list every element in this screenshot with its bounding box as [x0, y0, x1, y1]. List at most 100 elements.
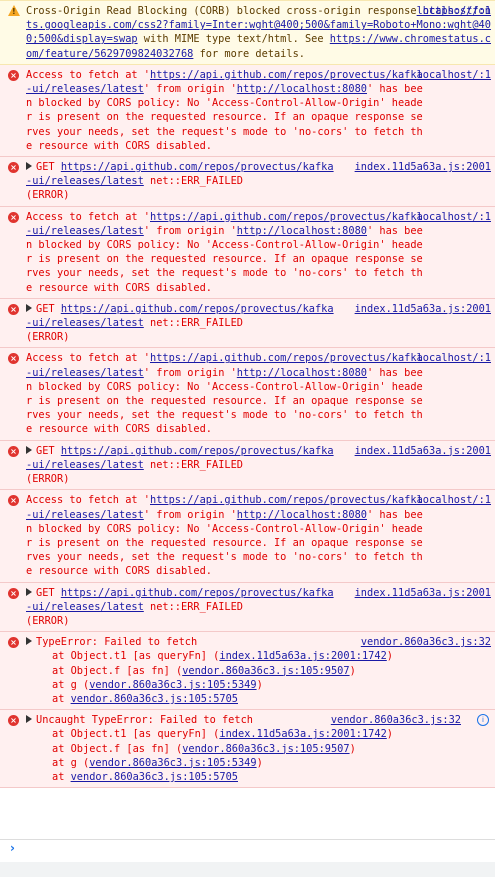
- cors-source-link[interactable]: localhost/:1: [417, 493, 491, 507]
- error-circle-icon: ×: [8, 637, 19, 649]
- get-status: net::ERR_FAILED: [143, 175, 243, 188]
- get-source-link[interactable]: index.11d5a63a.js:2001: [355, 302, 491, 316]
- error-circle-icon: ×: [8, 587, 19, 599]
- frame-suffix: ): [256, 756, 263, 769]
- frame-link[interactable]: vendor.860a36c3.js:105:9507: [182, 743, 349, 755]
- type-error-message[interactable]: × vendor.860a36c3.js:32 TypeError: Failed …: [0, 632, 495, 711]
- get-error-message[interactable]: × index.11d5a63a.js:2001 GET https://api.g…: [0, 298, 495, 349]
- console-warning: ! localhost/:1 Cross-Origin Read Blockin…: [0, 0, 495, 65]
- frame-link[interactable]: index.11d5a63a.js:2001:1742: [219, 728, 386, 740]
- get-method: GET: [36, 302, 55, 315]
- frame-prefix: at Object.f [as fn] (: [52, 742, 183, 755]
- frame-prefix: at Object.t1 [as queryFn] (: [52, 650, 220, 663]
- expand-triangle-icon[interactable]: [26, 715, 32, 724]
- uncaught-error-message-frame: at vendor.860a36c3.js:105:5705: [26, 770, 465, 784]
- frame-link[interactable]: vendor.860a36c3.js:105:5349: [89, 679, 256, 691]
- cors-text-2: ' from origin ': [143, 366, 237, 379]
- console-footer: [0, 862, 495, 877]
- expand-triangle-icon[interactable]: [26, 445, 32, 454]
- type-error-message-frame: at g (vendor.860a36c3.js:105:5349): [26, 678, 465, 692]
- cors-text-2: ' from origin ': [143, 83, 237, 96]
- get-status: net::ERR_FAILED: [143, 600, 243, 613]
- uncaught-error-message-title: Uncaught TypeError: Failed to fetch: [36, 714, 253, 727]
- cors-text-1: Access to fetch at ': [26, 68, 150, 81]
- uncaught-error-message[interactable]: × vendor.860a36c3.js:32 Uncaught TypeError…: [0, 710, 495, 789]
- frame-link[interactable]: vendor.860a36c3.js:105:5705: [71, 693, 238, 705]
- warning-text-mid: with MIME type text/html. See: [137, 33, 330, 46]
- get-error-message[interactable]: × index.11d5a63a.js:2001 GET https://api.g…: [0, 440, 495, 491]
- frame-prefix: at Object.f [as fn] (: [52, 664, 183, 677]
- type-error-message-frame: at Object.f [as fn] (vendor.860a36c3.js:…: [26, 664, 465, 678]
- get-tail: (ERROR): [26, 473, 70, 486]
- error-circle-icon: ×: [8, 353, 19, 365]
- error-circle-icon: ×: [8, 715, 19, 727]
- frame-link[interactable]: vendor.860a36c3.js:105:5705: [71, 771, 238, 783]
- expand-triangle-icon[interactable]: [26, 587, 32, 596]
- frame-suffix: ): [349, 742, 356, 755]
- console-panel: ! localhost/:1 Cross-Origin Read Blockin…: [0, 0, 495, 877]
- error-circle-icon: ×: [8, 162, 19, 174]
- type-error-message-frame: at Object.t1 [as queryFn] (index.11d5a63…: [26, 649, 465, 663]
- cors-text-1: Access to fetch at ': [26, 210, 150, 223]
- get-source-link[interactable]: index.11d5a63a.js:2001: [355, 444, 491, 458]
- cors-error-message: × localhost/:1 Access to fetch at 'https:/…: [0, 206, 495, 299]
- frame-link[interactable]: vendor.860a36c3.js:105:9507: [182, 665, 349, 677]
- get-status: net::ERR_FAILED: [143, 458, 243, 471]
- cors-origin-link[interactable]: http://localhost:8080: [237, 367, 367, 379]
- message-list: × localhost/:1 Access to fetch at 'https:/…: [0, 64, 495, 789]
- frame-prefix: at: [52, 770, 71, 783]
- cors-text-2: ' from origin ': [143, 508, 237, 521]
- get-tail: (ERROR): [26, 331, 70, 344]
- uncaught-error-message-frame: at Object.f [as fn] (vendor.860a36c3.js:…: [26, 742, 465, 756]
- get-tail: (ERROR): [26, 614, 70, 627]
- warning-text: Cross-Origin Read Blocking (CORB) blocke…: [26, 5, 423, 17]
- frame-prefix: at g (: [52, 678, 90, 691]
- get-tail: (ERROR): [26, 189, 70, 202]
- get-error-message[interactable]: × index.11d5a63a.js:2001 GET https://api.g…: [0, 157, 495, 207]
- error-circle-icon: ×: [8, 303, 19, 315]
- cors-text-1: Access to fetch at ': [26, 352, 150, 365]
- warning-triangle-icon: !: [8, 5, 20, 16]
- frame-prefix: at Object.t1 [as queryFn] (: [52, 728, 220, 741]
- prompt-chevron-icon: ›: [10, 841, 15, 855]
- get-method: GET: [36, 586, 55, 599]
- frame-link[interactable]: vendor.860a36c3.js:105:5349: [89, 757, 256, 769]
- type-error-message-source-link[interactable]: vendor.860a36c3.js:32: [361, 635, 491, 649]
- uncaught-error-message-frame: at g (vendor.860a36c3.js:105:5349): [26, 756, 465, 770]
- get-source-link[interactable]: index.11d5a63a.js:2001: [355, 586, 491, 600]
- frame-prefix: at: [52, 692, 71, 705]
- cors-text-1: Access to fetch at ': [26, 494, 150, 507]
- get-status: net::ERR_FAILED: [143, 317, 243, 330]
- cors-origin-link[interactable]: http://localhost:8080: [237, 225, 367, 237]
- warning-text-post: for more details.: [193, 47, 305, 60]
- error-circle-icon: ×: [8, 69, 19, 81]
- cors-source-link[interactable]: localhost/:1: [417, 351, 491, 365]
- expand-triangle-icon[interactable]: [26, 303, 32, 312]
- get-method: GET: [36, 444, 55, 457]
- get-error-message[interactable]: × index.11d5a63a.js:2001 GET https://api.g…: [0, 582, 495, 633]
- cors-source-link[interactable]: localhost/:1: [417, 210, 491, 224]
- get-source-link[interactable]: index.11d5a63a.js:2001: [355, 160, 491, 174]
- cors-origin-link[interactable]: http://localhost:8080: [237, 83, 367, 95]
- type-error-message-frame: at vendor.860a36c3.js:105:5705: [26, 692, 465, 706]
- frame-suffix: ): [256, 678, 263, 691]
- frame-link[interactable]: index.11d5a63a.js:2001:1742: [219, 650, 386, 662]
- frame-suffix: ): [349, 664, 356, 677]
- console-prompt[interactable]: ›: [0, 839, 495, 860]
- cors-error-message: × localhost/:1 Access to fetch at 'https:/…: [0, 490, 495, 583]
- cors-text-2: ' from origin ': [143, 224, 237, 237]
- frame-prefix: at g (: [52, 756, 90, 769]
- expand-triangle-icon[interactable]: [26, 162, 32, 171]
- frame-suffix: ): [386, 728, 393, 741]
- cors-error-message: × localhost/:1 Access to fetch at 'https:/…: [0, 64, 495, 158]
- uncaught-error-message-frame: at Object.t1 [as queryFn] (index.11d5a63…: [26, 727, 465, 741]
- expand-triangle-icon[interactable]: [26, 637, 32, 646]
- error-circle-icon: ×: [8, 445, 19, 457]
- warning-source-link[interactable]: localhost/:1: [417, 4, 491, 18]
- cors-source-link[interactable]: localhost/:1: [417, 68, 491, 82]
- cors-origin-link[interactable]: http://localhost:8080: [237, 509, 367, 521]
- get-method: GET: [36, 161, 55, 174]
- error-circle-icon: ×: [8, 211, 19, 223]
- uncaught-error-message-source-link[interactable]: vendor.860a36c3.js:32: [331, 713, 461, 727]
- type-error-message-title: TypeError: Failed to fetch: [36, 636, 198, 649]
